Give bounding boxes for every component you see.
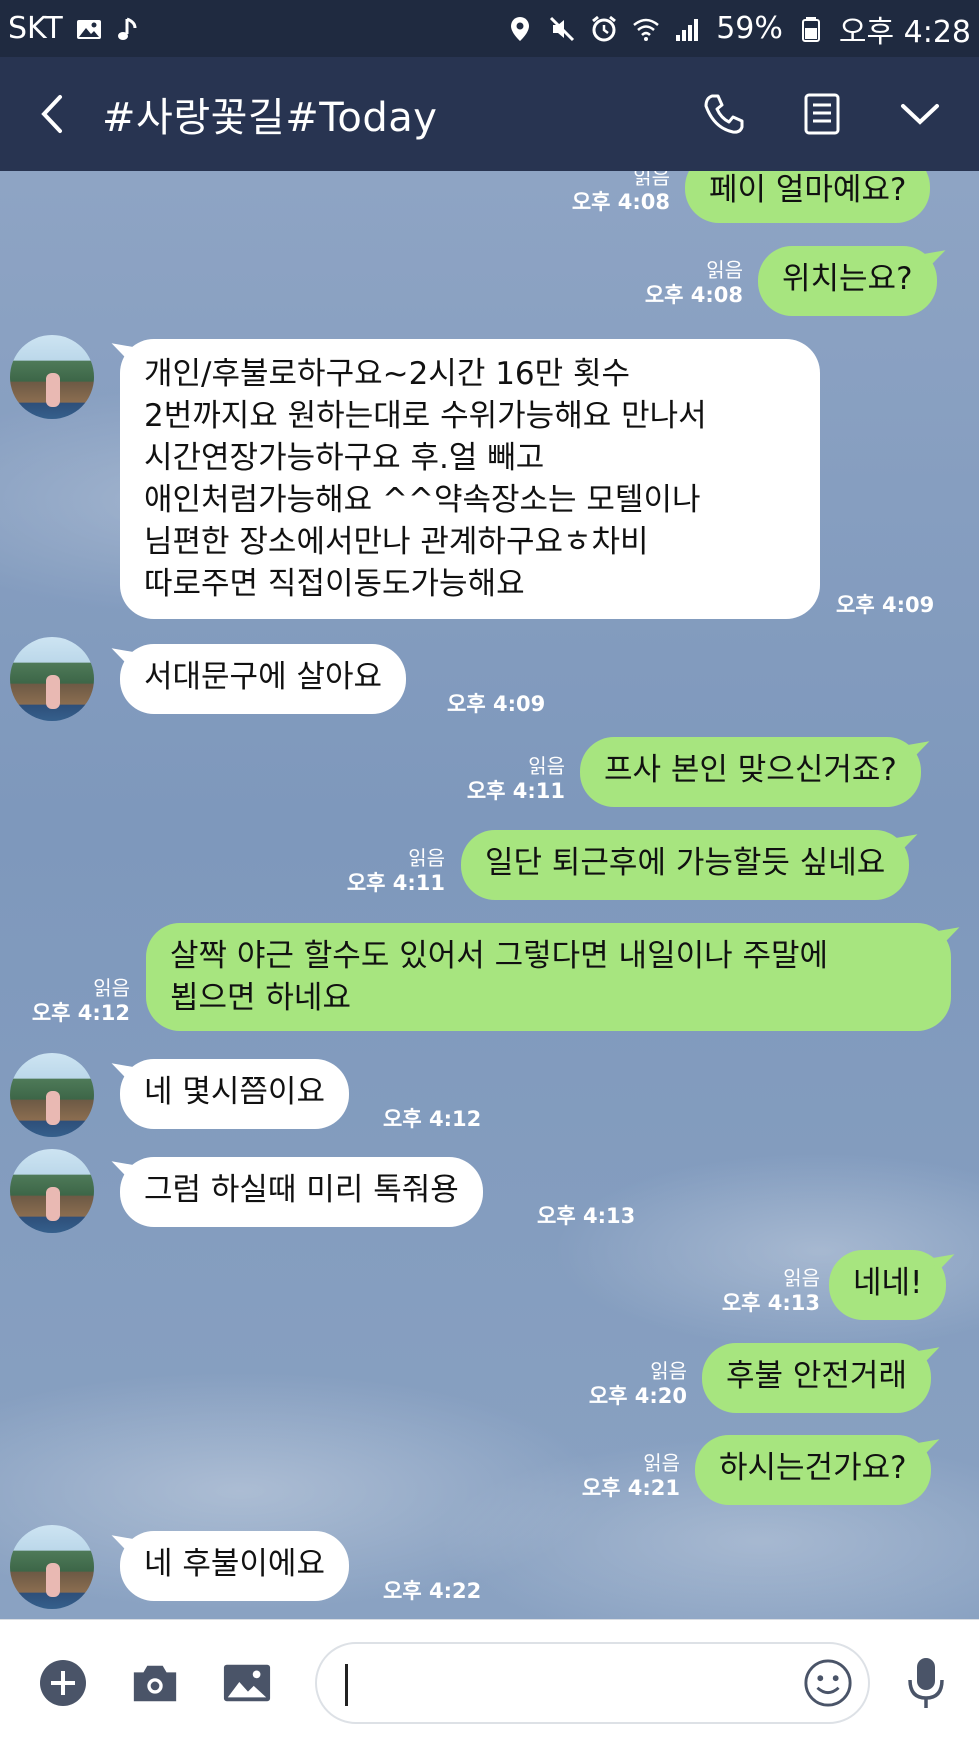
image-icon [75, 15, 103, 43]
message-time: 오후 4:12 [31, 1001, 130, 1025]
text-cursor [345, 1664, 348, 1706]
carrier-label: SKT [8, 11, 63, 46]
their-message-bubble[interactable]: 네 몇시쯤이요 [120, 1059, 349, 1129]
message-time: 오후 4:09 [836, 593, 935, 617]
message-time: 오후 4:13 [537, 1204, 636, 1228]
my-message-bubble[interactable]: 후불 안전거래 [702, 1343, 931, 1413]
read-receipt: 읽음 [783, 1266, 820, 1290]
battery-icon [797, 15, 825, 43]
image-icon[interactable] [222, 1658, 272, 1708]
message-meta: 읽음 오후 4:20 [577, 1359, 687, 1409]
chat-area[interactable]: 읽음 오후 4:08 페이 얼마예요? 읽음 오후 4:08 위치는요? 개인/… [0, 171, 979, 1619]
music-note-icon [115, 15, 143, 43]
message-meta: 읽음 오후 4:21 [570, 1451, 680, 1501]
message-meta: 읽음 오후 4:13 [710, 1266, 820, 1316]
message-time: 오후 4:12 [383, 1107, 482, 1131]
plus-icon[interactable] [38, 1658, 88, 1708]
message-time: 오후 4:11 [346, 871, 445, 895]
my-message-bubble[interactable]: 위치는요? [758, 246, 937, 316]
message-meta: 읽음 오후 4:08 [560, 171, 670, 215]
battery-percent: 59% [716, 11, 783, 46]
message-time: 오후 4:21 [581, 1476, 680, 1500]
input-bar [0, 1619, 979, 1742]
read-receipt: 읽음 [408, 846, 445, 870]
message-time: 오후 4:11 [466, 779, 565, 803]
clock: 오후 4:28 [838, 14, 971, 50]
read-receipt: 읽음 [643, 1451, 680, 1475]
read-receipt: 읽음 [93, 976, 130, 1000]
wifi-icon [632, 15, 660, 43]
my-message-bubble[interactable]: 일단 퇴근후에 가능할듯 싶네요 [461, 830, 910, 900]
alarm-icon [590, 15, 618, 43]
their-message-bubble[interactable]: 서대문구에 살아요 [120, 644, 407, 714]
mute-icon [548, 15, 576, 43]
contact-avatar[interactable] [10, 1053, 94, 1137]
my-message-bubble[interactable]: 살짝 야근 할수도 있어서 그렇다면 내일이나 주말에 뵙으면 하네요 [146, 923, 951, 1031]
signal-icon [674, 15, 702, 43]
message-time: 오후 4:08 [571, 190, 670, 214]
their-message-bubble[interactable]: 그럼 하실때 미리 톡줘용 [120, 1157, 483, 1227]
message-meta: 읽음 오후 4:08 [633, 258, 743, 308]
message-time: 오후 4:20 [588, 1384, 687, 1408]
contact-avatar[interactable] [10, 1525, 94, 1609]
message-time: 오후 4:13 [721, 1291, 820, 1315]
location-icon [506, 15, 534, 43]
message-time: 오후 4:22 [383, 1579, 482, 1603]
notes-icon[interactable] [799, 91, 845, 137]
read-receipt: 읽음 [706, 258, 743, 282]
read-receipt: 읽음 [528, 754, 565, 778]
status-bar: SKT 59% 오후 4:28 [0, 0, 979, 57]
chat-header: #사랑꽃길#Today [0, 57, 979, 171]
back-arrow-icon[interactable] [28, 91, 74, 137]
message-time: 오후 4:09 [447, 692, 546, 716]
emoji-icon[interactable] [803, 1658, 853, 1708]
microphone-icon[interactable] [901, 1658, 951, 1708]
message-meta: 읽음 오후 4:11 [455, 754, 565, 804]
chevron-down-icon[interactable] [897, 91, 943, 137]
their-message-bubble[interactable]: 개인/후불로하구요~2시간 16만 횟수 2번까지요 원하는대로 수위가능해요 … [120, 339, 820, 619]
camera-icon[interactable] [130, 1658, 180, 1708]
their-message-bubble[interactable]: 네 후불이에요 [120, 1531, 349, 1601]
message-meta: 읽음 오후 4:12 [20, 976, 130, 1026]
message-time: 오후 4:08 [644, 283, 743, 307]
contact-avatar[interactable] [10, 637, 94, 721]
read-receipt: 읽음 [633, 171, 670, 189]
read-receipt: 읽음 [650, 1359, 687, 1383]
chat-title: #사랑꽃길#Today [102, 95, 438, 141]
my-message-bubble[interactable]: 네네! [829, 1250, 947, 1320]
message-input[interactable] [315, 1642, 870, 1724]
my-message-bubble[interactable]: 페이 얼마예요? [685, 171, 931, 223]
message-meta: 읽음 오후 4:11 [335, 846, 445, 896]
my-message-bubble[interactable]: 프사 본인 맞으신거죠? [580, 737, 921, 807]
contact-avatar[interactable] [10, 1149, 94, 1233]
contact-avatar[interactable] [10, 335, 94, 419]
my-message-bubble[interactable]: 하시는건가요? [695, 1435, 931, 1505]
phone-icon[interactable] [701, 91, 747, 137]
